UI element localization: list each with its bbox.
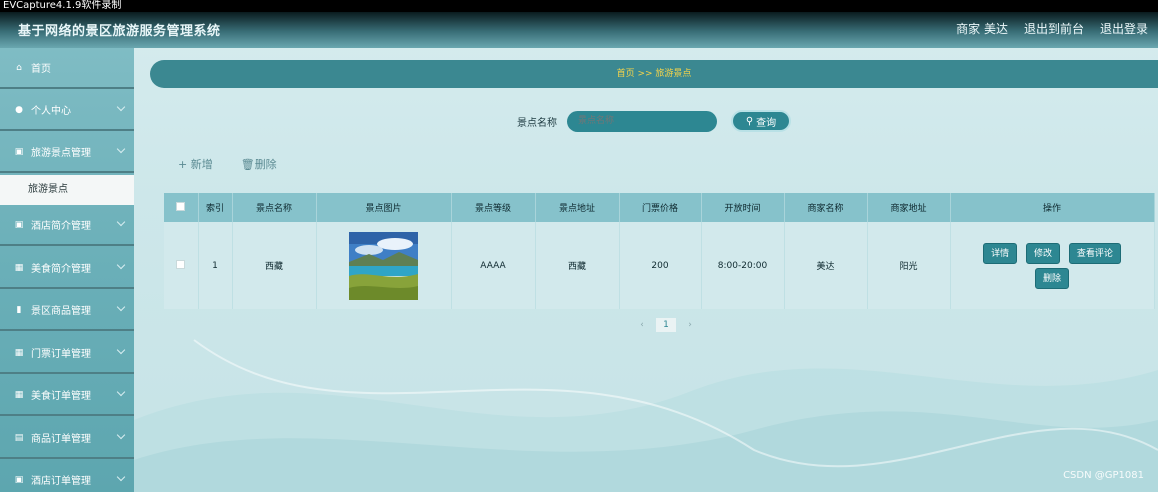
sidebar: ⌂ 首页 ● 个人中心 ▣ 旅游景点管理 旅游景点 ▣ 酒店简介管理 ▦ 美食简… [0, 48, 134, 492]
plus-icon: + [178, 158, 191, 171]
table-header-row: 索引 景点名称 景点图片 景点等级 景点地址 门票价格 开放时间 商家名称 商家… [164, 193, 1155, 222]
top-header: 基于网络的景区旅游服务管理系统 商家 美达 退出到前台 退出登录 [0, 12, 1158, 48]
sidebar-item-label: 首页 [31, 64, 51, 75]
toolbar: + 新增 🗑删除 [178, 156, 277, 172]
user-icon: ● [15, 104, 23, 115]
sidebar-item-attractions[interactable]: ▣ 旅游景点管理 [0, 132, 134, 173]
chevron-down-icon [116, 217, 126, 227]
sidebar-item-label: 门票订单管理 [31, 349, 91, 360]
add-button[interactable]: + 新增 [178, 156, 213, 172]
select-all-cell [164, 193, 199, 222]
cell-index: 1 [198, 222, 233, 309]
app-title: 基于网络的景区旅游服务管理系统 [18, 24, 221, 39]
delete-button[interactable]: 删除 [1034, 267, 1069, 289]
cell-operations: 详情 修改 查看评论 删除 [950, 222, 1155, 309]
attraction-thumbnail [349, 231, 418, 300]
search-input[interactable] [567, 110, 717, 132]
watermark: CSDN @GP1081 [1063, 470, 1144, 481]
column-header: 商家地址 [867, 193, 951, 222]
column-header: 索引 [198, 193, 233, 222]
column-header: 景点名称 [232, 193, 317, 222]
sidebar-item-hotels[interactable]: ▣ 酒店简介管理 [0, 205, 134, 246]
home-icon: ⌂ [16, 62, 22, 73]
chevron-down-icon [116, 260, 126, 270]
sidebar-item-food-orders[interactable]: ▦ 美食订单管理 [0, 375, 134, 416]
cell-merchant-address: 阳光 [867, 222, 951, 309]
delete-button-label: 删除 [254, 158, 277, 171]
sidebar-item-home[interactable]: ⌂ 首页 [0, 48, 134, 89]
merchant-user-link[interactable]: 商家 美达 [956, 20, 1008, 37]
column-header: 操作 [950, 193, 1155, 222]
chevron-down-icon [116, 472, 126, 482]
table-row: 1 西藏 AAAA 西藏 200 8:00-20:00 美达 阳光 详情 修改 … [164, 222, 1155, 309]
sidebar-item-label: 个人中心 [31, 106, 71, 117]
chevron-down-icon [116, 144, 126, 154]
search-icon: ⚲ [745, 115, 754, 127]
pagination: ‹ 1 › [632, 318, 700, 332]
row-select-cell [164, 222, 199, 309]
clipboard-icon: ▣ [14, 474, 24, 485]
sidebar-subitem-attractions[interactable]: 旅游景点 [0, 175, 134, 205]
sidebar-item-profile[interactable]: ● 个人中心 [0, 90, 134, 131]
search-row: 景点名称 ⚲ 查询 [517, 110, 791, 132]
view-comments-button[interactable]: 查看评论 [1068, 242, 1121, 264]
cell-address: 西藏 [535, 222, 620, 309]
search-button[interactable]: ⚲ 查询 [731, 110, 791, 132]
cell-merchant: 美达 [784, 222, 868, 309]
sidebar-item-label: 美食简介管理 [31, 264, 91, 275]
sidebar-item-label: 旅游景点管理 [31, 148, 91, 159]
cell-price: 200 [619, 222, 702, 309]
search-label: 景点名称 [517, 117, 557, 129]
grid-icon: ▦ [14, 262, 24, 273]
breadcrumb: 首页 >> 旅游景点 [150, 60, 1158, 88]
exit-to-frontend-link[interactable]: 退出到前台 [1024, 20, 1084, 37]
sidebar-item-food[interactable]: ▦ 美食简介管理 [0, 248, 134, 289]
chevron-down-icon [116, 430, 126, 440]
recording-banner: EVCapture4.1.9软件录制 [0, 0, 1158, 12]
column-header: 景点图片 [316, 193, 452, 222]
column-header: 门票价格 [619, 193, 702, 222]
column-header: 景点地址 [535, 193, 620, 222]
chevron-down-icon [116, 102, 126, 112]
chevron-down-icon [116, 387, 126, 397]
sidebar-item-label: 美食订单管理 [31, 391, 91, 402]
chevron-down-icon [116, 302, 126, 312]
header-nav: 商家 美达 退出到前台 退出登录 [956, 20, 1148, 37]
page-number-current[interactable]: 1 [656, 318, 676, 332]
cell-image [316, 222, 452, 309]
clipboard-icon: ▣ [14, 219, 24, 230]
grid-icon: ▦ [14, 389, 24, 400]
row-checkbox[interactable] [176, 259, 186, 269]
cell-name: 西藏 [232, 222, 317, 309]
chat-icon: ▤ [14, 432, 24, 443]
column-header: 开放时间 [701, 193, 785, 222]
bar-chart-icon: ▮ [16, 304, 22, 315]
sidebar-item-label: 景区商品管理 [31, 306, 91, 317]
select-all-checkbox[interactable] [176, 201, 186, 211]
trash-icon: 🗑 [240, 158, 255, 171]
cell-hours: 8:00-20:00 [701, 222, 785, 309]
sidebar-item-label: 商品订单管理 [31, 434, 91, 445]
sidebar-item-ticket-orders[interactable]: ▦ 门票订单管理 [0, 333, 134, 374]
logout-link[interactable]: 退出登录 [1100, 20, 1148, 37]
prev-page-button[interactable]: ‹ [632, 318, 652, 332]
search-button-label: 查询 [756, 117, 777, 129]
column-header: 景点等级 [451, 193, 536, 222]
add-button-label: 新增 [190, 158, 213, 171]
sidebar-item-label: 酒店简介管理 [31, 221, 91, 232]
cell-level: AAAA [451, 222, 536, 309]
attractions-table: 索引 景点名称 景点图片 景点等级 景点地址 门票价格 开放时间 商家名称 商家… [164, 193, 1155, 309]
sidebar-item-goods-orders[interactable]: ▤ 商品订单管理 [0, 418, 134, 459]
batch-delete-button[interactable]: 🗑删除 [241, 156, 277, 172]
chevron-down-icon [116, 345, 126, 355]
sidebar-item-label: 酒店订单管理 [31, 476, 91, 487]
detail-button[interactable]: 详情 [983, 242, 1018, 264]
sidebar-item-hotel-orders[interactable]: ▣ 酒店订单管理 [0, 460, 134, 492]
grid-icon: ▦ [14, 347, 24, 358]
clipboard-icon: ▣ [14, 146, 24, 157]
sidebar-item-goods[interactable]: ▮ 景区商品管理 [0, 290, 134, 331]
next-page-button[interactable]: › [680, 318, 700, 332]
edit-button[interactable]: 修改 [1025, 242, 1060, 264]
column-header: 商家名称 [784, 193, 868, 222]
